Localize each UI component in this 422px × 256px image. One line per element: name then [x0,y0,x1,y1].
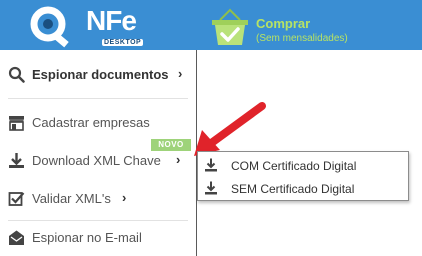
submenu-item-sem-certificado[interactable]: SEM Certificado Digital [198,177,408,200]
logo-subtitle: DESKTOP [102,39,144,46]
basket-check-icon [212,8,248,45]
menu-item-espionar-documentos[interactable]: Espionar documentos › [0,59,196,89]
chevron-right-icon: › [176,152,181,167]
logo-text: NFe [86,5,137,36]
menu-item-espionar-email[interactable]: Espionar no E-mail [0,222,196,252]
menu-label: Espionar no E-mail [32,230,142,245]
store-icon [9,116,24,131]
new-badge: NOVO [151,139,191,151]
buy-button[interactable]: Comprar (Sem mensalidades) [210,8,410,48]
submenu-item-com-certificado[interactable]: COM Certificado Digital [198,154,408,177]
buy-subtitle: (Sem mensalidades) [256,33,348,44]
app-header: NFe DESKTOP Comprar (Sem mensalidades) [0,0,422,50]
download-icon [205,181,217,195]
download-icon [205,158,217,172]
check-square-icon [8,192,25,206]
menu-label: Cadastrar empresas [32,115,150,130]
app-logo[interactable]: NFe DESKTOP [28,2,168,50]
submenu-dropdown: COM Certificado Digital SEM Certificado … [197,151,409,201]
download-icon [9,153,24,168]
menu-label: Espionar documentos [32,67,169,82]
menu-divider [8,220,188,221]
chevron-right-icon: › [122,190,127,205]
submenu-label: COM Certificado Digital [231,159,357,173]
menu-label: Validar XML's [32,191,111,206]
buy-title: Comprar [256,16,311,31]
menu-divider [8,98,188,99]
submenu-label: SEM Certificado Digital [231,182,355,196]
menu-item-validar-xmls[interactable]: Validar XML's › [0,183,196,213]
envelope-icon [9,230,24,245]
sidebar-menu: Espionar documentos › Cadastrar empresas… [0,50,197,256]
chevron-right-icon: › [178,66,183,81]
menu-item-cadastrar-empresas[interactable]: Cadastrar empresas [0,107,196,137]
search-icon [8,66,25,83]
menu-label: Download XML Chave [32,153,161,168]
magnifier-logo-icon [30,6,69,48]
